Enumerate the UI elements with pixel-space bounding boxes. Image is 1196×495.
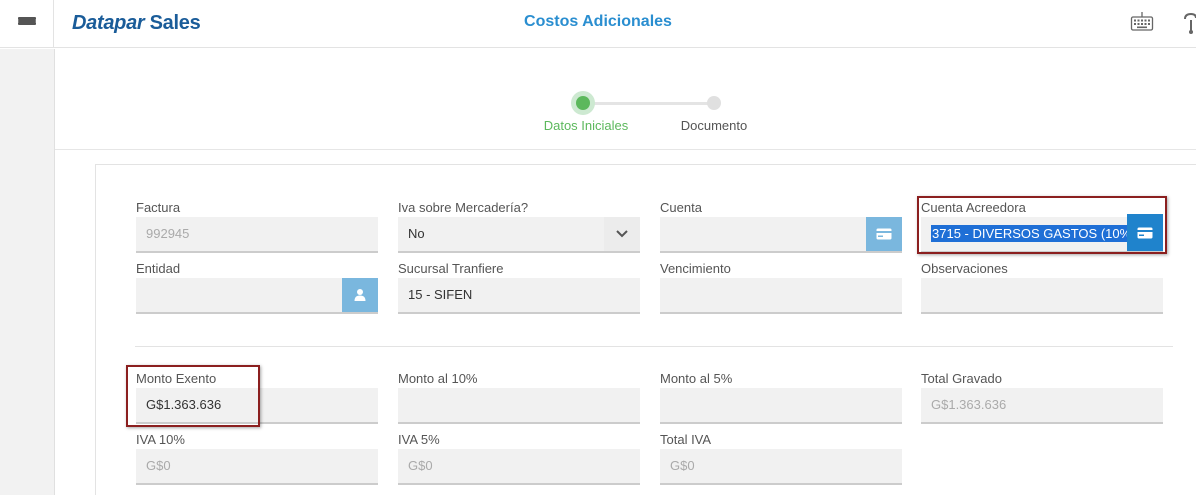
entidad-label: Entidad [136,261,181,276]
iva-5-label: IVA 5% [398,432,440,447]
brand-logo: Datapar Sales [72,12,201,35]
cuenta-acreedora-lookup-button[interactable] [1127,214,1163,251]
monto-5-field: Monto al 5% [660,370,902,424]
step-2-indicator[interactable] [707,96,721,110]
iva-mercaderia-value: No [408,226,425,241]
cuenta-acreedora-field: Cuenta Acreedora 3715 - DIVERSOS GASTOS … [921,199,1163,253]
iva-10-input[interactable]: G$0 [136,449,378,485]
total-gravado-label: Total Gravado [921,371,1002,386]
sucursal-label: Sucursal Tranfiere [398,261,504,276]
left-sidebar [0,49,55,495]
hamburger-icon [17,17,36,31]
total-iva-label: Total IVA [660,432,712,447]
vencimiento-field: Vencimiento [660,260,902,314]
brand-name-part1: Datapar [72,12,145,34]
total-gravado-field: Total Gravado G$1.363.636 [921,370,1163,424]
iva-10-label: IVA 10% [136,432,185,447]
total-iva-input[interactable]: G$0 [660,449,902,485]
sucursal-input[interactable]: 15 - SIFEN [398,278,640,314]
vencimiento-label: Vencimiento [660,261,731,276]
observaciones-label: Observaciones [921,261,1008,276]
monto-exento-field: Monto Exento G$1.363.636 [136,370,378,424]
sucursal-field: Sucursal Tranfiere 15 - SIFEN [398,260,640,314]
section-divider [135,346,1173,347]
total-iva-field: Total IVA G$0 [660,431,902,485]
iva-mercaderia-label: Iva sobre Mercadería? [398,200,529,215]
step-2-label[interactable]: Documento [664,118,764,133]
chevron-down-icon [616,230,628,238]
cuenta-acreedora-value: 3715 - DIVERSOS GASTOS (10% [931,225,1133,242]
cuenta-field: Cuenta [660,199,902,253]
monto-10-field: Monto al 10% [398,370,640,424]
factura-field: Factura 992945 [136,199,378,253]
stepper-area [55,49,1196,150]
dropdown-button[interactable] [604,217,640,251]
observaciones-field: Observaciones [921,260,1163,314]
observaciones-input[interactable] [921,278,1163,314]
stepper-line [584,102,715,105]
factura-input[interactable]: 992945 [136,217,378,253]
monto-exento-label: Monto Exento [136,371,217,386]
total-gravado-input[interactable]: G$1.363.636 [921,388,1163,424]
step-1-indicator[interactable] [571,91,595,115]
entidad-lookup-button[interactable] [342,278,378,312]
keyboard-icon[interactable] [1130,11,1154,35]
credit-card-icon [876,228,892,240]
step-1-label[interactable]: Datos Iniciales [530,118,642,133]
brand-name-part2: Sales [144,12,201,34]
tools-icon[interactable] [1183,11,1196,35]
entidad-field: Entidad [136,260,378,314]
monto-10-input[interactable] [398,388,640,424]
monto-5-input[interactable] [660,388,902,424]
monto-exento-input[interactable]: G$1.363.636 [136,388,378,424]
iva-5-field: IVA 5% G$0 [398,431,640,485]
iva-mercaderia-field: Iva sobre Mercadería? No [398,199,640,253]
credit-card-icon [1137,227,1153,238]
cuenta-lookup-button[interactable] [866,217,902,251]
cuenta-label: Cuenta [660,200,702,215]
vencimiento-input[interactable] [660,278,902,314]
iva-10-field: IVA 10% G$0 [136,431,378,485]
user-icon [354,289,366,301]
menu-button[interactable] [0,0,54,48]
monto-10-label: Monto al 10% [398,371,478,386]
factura-label: Factura [136,200,181,215]
iva-5-input[interactable]: G$0 [398,449,640,485]
monto-5-label: Monto al 5% [660,371,733,386]
top-bar: Datapar Sales Costos Adicionales [0,0,1196,48]
iva-mercaderia-select[interactable]: No [398,217,640,253]
